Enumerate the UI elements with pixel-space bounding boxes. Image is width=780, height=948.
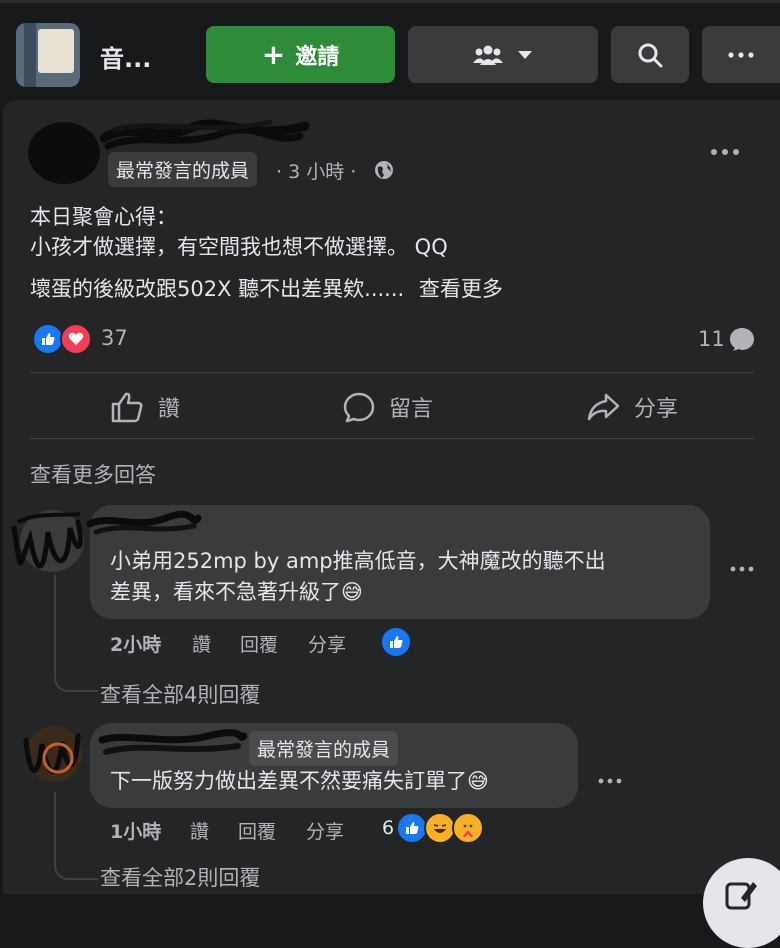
group-name[interactable]: 音... — [100, 39, 151, 74]
more-dots-icon — [598, 778, 622, 784]
care-reaction-icon — [452, 812, 484, 844]
reaction-count[interactable]: 37 — [101, 326, 128, 350]
like-button[interactable]: 讚 — [110, 387, 180, 427]
redacted-avatar-scribble — [11, 512, 83, 569]
comment-reply-button[interactable]: 回覆 — [238, 817, 276, 844]
more-options-button[interactable] — [702, 26, 780, 83]
post-author-avatar[interactable] — [28, 122, 100, 184]
plus-icon: + — [261, 37, 286, 71]
comment-time[interactable]: 2小時 — [110, 630, 161, 657]
comment-time[interactable]: 1小時 — [110, 817, 161, 844]
top-contributor-badge[interactable]: 最常發言的成員 — [249, 731, 399, 766]
search-icon — [638, 43, 663, 67]
post-text-line-2: 小孩才做選擇，有空間我也想不做選擇。 QQ — [30, 235, 448, 259]
post-more-button[interactable] — [710, 134, 740, 162]
thread-connector-line — [54, 792, 98, 880]
invite-button[interactable]: + 邀請 — [206, 26, 395, 83]
like-reaction-icon[interactable] — [380, 626, 412, 658]
share-button[interactable]: 分享 — [586, 387, 678, 427]
post-text-line-3: 壞蛋的後級改跟502X 聽不出差異欸...... 查看更多 — [30, 274, 503, 304]
comment-like-button[interactable]: 讚 — [192, 630, 211, 657]
globe-icon — [375, 161, 393, 179]
comment-like-button[interactable]: 讚 — [190, 817, 209, 844]
thumbs-up-icon — [111, 392, 143, 423]
comment-bubble-icon — [729, 328, 754, 351]
redacted-author-name — [100, 119, 310, 150]
compose-post-button[interactable] — [703, 858, 780, 948]
pencil-edit-icon — [725, 882, 757, 910]
invite-label: 邀請 — [295, 44, 340, 70]
comment-count[interactable]: 11 — [698, 326, 755, 352]
more-dots-icon — [730, 566, 754, 572]
comment-more-button[interactable] — [730, 550, 754, 578]
love-reaction-icon — [60, 323, 92, 355]
more-dots-icon — [728, 51, 754, 58]
comment-text-line-2: 差異，看來不急著升級了😅 — [110, 580, 363, 604]
top-contributor-badge[interactable]: 最常發言的成員 — [108, 152, 258, 187]
view-all-replies-link[interactable]: 查看全部2則回覆 — [100, 862, 260, 892]
post-divider-bottom — [30, 438, 754, 439]
more-dots-icon — [711, 149, 739, 155]
share-arrow-icon — [587, 393, 620, 421]
caret-down-icon — [518, 50, 532, 59]
members-button[interactable] — [408, 26, 598, 83]
people-icon — [473, 45, 503, 65]
redacted-avatar-scribble — [23, 733, 81, 774]
comment-button[interactable]: 留言 — [343, 387, 433, 427]
comment-label: 留言 — [389, 397, 434, 422]
post-time[interactable]: · 3 小時 · — [276, 157, 356, 184]
redacted-commenter-name — [86, 510, 202, 535]
see-more-link[interactable]: 查看更多 — [419, 277, 503, 301]
post-text-line-1: 本日聚會心得： — [30, 205, 177, 229]
comment-icon — [343, 392, 375, 423]
see-more-answers-link[interactable]: 查看更多回答 — [30, 459, 156, 489]
post-text-excerpt: 壞蛋的後級改跟502X 聽不出差異欸...... — [30, 277, 405, 301]
comment-text-line-1: 小弟用252mp by amp推高低音，大神魔改的聽不出 — [110, 549, 606, 573]
redacted-commenter-name — [98, 729, 248, 755]
search-button[interactable] — [611, 26, 689, 83]
comment-share-button[interactable]: 分享 — [306, 817, 344, 844]
like-label: 讚 — [158, 397, 181, 422]
comment-reaction-count[interactable]: 6 — [382, 817, 394, 839]
comment-reply-button[interactable]: 回覆 — [240, 630, 278, 657]
reaction-summary[interactable] — [32, 323, 92, 355]
view-all-replies-link[interactable]: 查看全部4則回覆 — [100, 679, 260, 709]
comment-count-label: 11 — [698, 327, 725, 351]
post-time-label: 3 小時 — [288, 161, 345, 183]
group-header-bar: 音... + 邀請 — [0, 0, 780, 103]
group-avatar[interactable] — [16, 23, 80, 87]
comment-share-button[interactable]: 分享 — [308, 630, 346, 657]
post-divider-top — [30, 372, 754, 373]
comment-text-line-1: 下一版努力做出差異不然要痛失訂單了😅 — [110, 769, 489, 793]
comment-more-button[interactable] — [598, 762, 622, 790]
share-label: 分享 — [634, 397, 679, 422]
